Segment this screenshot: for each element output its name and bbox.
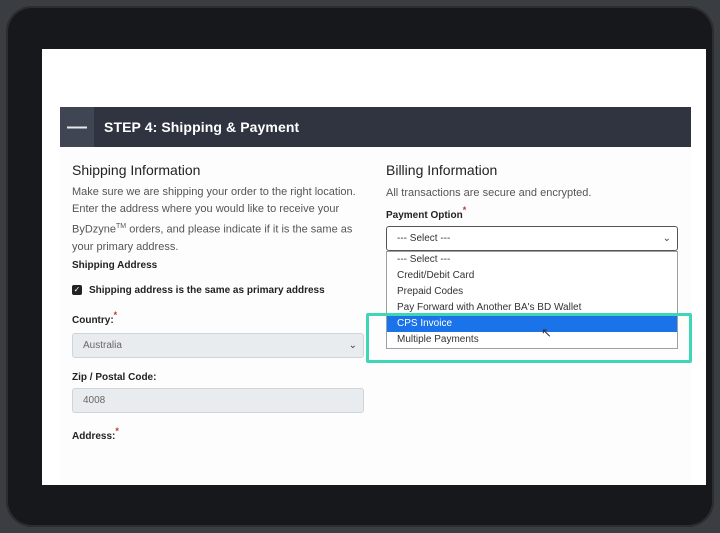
step-title: STEP 4: Shipping & Payment <box>104 119 300 135</box>
shipping-heading: Shipping Information <box>72 162 201 178</box>
tablet-frame: — STEP 4: Shipping & Payment Shipping In… <box>6 6 714 527</box>
chevron-down-icon: ⌄ <box>348 339 357 351</box>
dropdown-option[interactable]: Prepaid Codes <box>387 284 677 300</box>
browser-viewport: — STEP 4: Shipping & Payment Shipping In… <box>42 49 706 485</box>
country-label: Country: <box>72 314 114 326</box>
payment-option-select[interactable]: --- Select --- ⌄ <box>386 226 678 251</box>
check-icon[interactable]: ✓ <box>72 285 82 296</box>
same-address-checkbox-row[interactable]: ✓ Shipping address is the same as primar… <box>72 285 372 296</box>
billing-heading: Billing Information <box>386 162 498 178</box>
same-address-label: Shipping address is the same as primary … <box>89 284 325 296</box>
dropdown-option[interactable]: Credit/Debit Card <box>387 268 677 284</box>
zip-label: Zip / Postal Code: <box>72 371 157 383</box>
required-mark: * <box>113 309 118 320</box>
highlight-box <box>366 313 692 363</box>
zip-field[interactable]: 4008 <box>72 387 364 413</box>
country-select[interactable]: Australia ⌄ <box>72 332 364 358</box>
payment-selected-value: --- Select --- <box>397 233 451 244</box>
collapse-icon[interactable]: — <box>60 107 94 147</box>
dropdown-option[interactable]: --- Select --- <box>387 252 677 268</box>
chevron-down-icon: ⌄ <box>662 233 671 244</box>
step-header[interactable]: — STEP 4: Shipping & Payment <box>60 107 691 147</box>
country-value: Australia <box>83 339 122 351</box>
address-label: Address: <box>72 430 116 442</box>
payment-option-label: Payment Option <box>386 210 463 221</box>
zip-value: 4008 <box>83 394 106 406</box>
required-mark: * <box>462 205 467 215</box>
shipping-section: Shipping Information Make sure we are sh… <box>72 162 372 444</box>
shipping-address-label: Shipping Address <box>72 259 158 271</box>
mouse-cursor-icon: ↖ <box>541 325 552 340</box>
trademark-mark: TM <box>116 223 127 230</box>
shipping-description: Make sure we are shipping your order to … <box>72 184 372 256</box>
billing-description: All transactions are secure and encrypte… <box>386 187 592 199</box>
required-mark: * <box>115 425 119 436</box>
